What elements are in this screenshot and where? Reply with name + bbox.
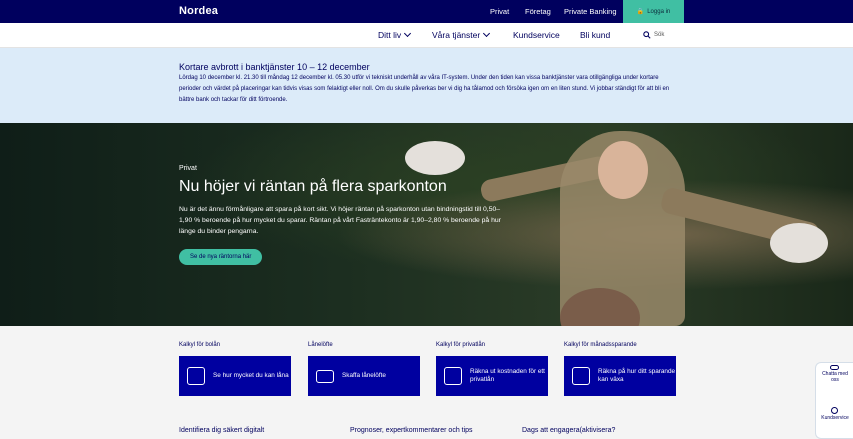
search-label: Sök <box>654 32 665 38</box>
person-icon <box>831 407 838 414</box>
section-prognoser[interactable]: Prognoser, expertkommentarer och tips <box>350 427 473 434</box>
chat-link[interactable]: Chatta med oss <box>820 371 850 383</box>
chat-icon <box>830 365 839 370</box>
search-icon <box>643 31 651 39</box>
coins-icon <box>187 367 205 385</box>
login-label: Logga in <box>647 8 671 15</box>
tool-card-text: Se hur mycket du kan låna <box>213 372 289 379</box>
calculator-icon <box>444 367 462 385</box>
topnav-foretag[interactable]: Företag <box>525 7 551 16</box>
nordea-logo[interactable]: Nordea <box>179 5 218 17</box>
tool-card-text: Räkna på hur ditt sparande kan växa <box>598 368 676 383</box>
top-bar: Nordea Privat Företag Private Banking 🔒 … <box>0 0 853 23</box>
lock-icon: 🔒 <box>636 9 645 15</box>
tool-card-text: Skaffa lånelöfte <box>342 372 386 379</box>
section-identifiera[interactable]: Identifiera dig säkert digitalt <box>179 427 264 434</box>
contact-link[interactable]: Kundservice <box>818 415 852 421</box>
hero-title: Nu höjer vi räntan på flera sparkonton <box>179 178 447 195</box>
login-button[interactable]: 🔒 Logga in <box>623 0 684 23</box>
chevron-down-icon <box>404 29 412 38</box>
side-help-widget: Chatta med oss Kundservice <box>815 362 853 439</box>
hero-eyebrow: Privat <box>179 165 197 172</box>
tool-card-manadssparande[interactable]: Räkna på hur ditt sparande kan växa <box>564 356 676 396</box>
tool-card-privatlan[interactable]: Räkna ut kostnaden för ett privatlån <box>436 356 548 396</box>
nav-label: Våra tjänster <box>432 30 481 40</box>
tool-label-manadssparande: Kalkyl för månadssparande <box>564 342 637 348</box>
nav-ditt-liv[interactable]: Ditt liv <box>378 29 412 40</box>
section-engagera[interactable]: Dags att engagera(aktivisera? <box>522 427 615 434</box>
hero-lead: Nu är det ännu förmånligare att spara på… <box>179 206 501 235</box>
tool-label-privatlan: Kalkyl för privatlån <box>436 342 486 348</box>
tools-section: Kalkyl för bolån Se hur mycket du kan lå… <box>0 326 853 439</box>
hero-photo-mitten <box>770 223 828 263</box>
nav-label: Kundservice <box>513 30 560 40</box>
hero-photo-face <box>598 141 648 199</box>
tool-card-lanelofte[interactable]: Skaffa lånelöfte <box>308 356 420 396</box>
hero-cta-button[interactable]: Se de nya räntorna här <box>179 249 263 265</box>
laptop-icon <box>316 369 334 383</box>
nav-bli-kund[interactable]: Bli kund <box>580 30 610 40</box>
topnav-private-banking[interactable]: Private Banking <box>564 7 617 16</box>
tool-card-text: Räkna ut kostnaden för ett privatlån <box>470 368 545 383</box>
topnav-privat[interactable]: Privat <box>490 7 509 16</box>
hero-banner: Privat Nu höjer vi räntan på flera spark… <box>0 123 853 326</box>
hero-photo-mitten <box>405 141 465 175</box>
chevron-down-icon <box>483 29 491 38</box>
maintenance-notice: Kortare avbrott i banktjänster 10 – 12 d… <box>0 48 853 123</box>
main-nav: Ditt liv Våra tjänster Kundservice Bli k… <box>0 23 853 48</box>
nav-label: Ditt liv <box>378 30 402 40</box>
tool-label-bolan: Kalkyl för bolån <box>179 342 221 348</box>
nav-label: Bli kund <box>580 30 611 40</box>
search-button[interactable]: Sök <box>643 31 664 39</box>
notice-title: Kortare avbrott i banktjänster 10 – 12 d… <box>179 62 370 72</box>
nav-vara-tjanster[interactable]: Våra tjänster <box>432 29 491 40</box>
tool-card-bolan[interactable]: Se hur mycket du kan låna <box>179 356 291 396</box>
calculator-icon <box>572 367 590 385</box>
nav-kundservice[interactable]: Kundservice <box>513 30 560 40</box>
tool-label-lanelofte: Lånelöfte <box>308 342 333 348</box>
notice-body: Lördag 10 december kl. 21.30 till måndag… <box>179 75 670 103</box>
